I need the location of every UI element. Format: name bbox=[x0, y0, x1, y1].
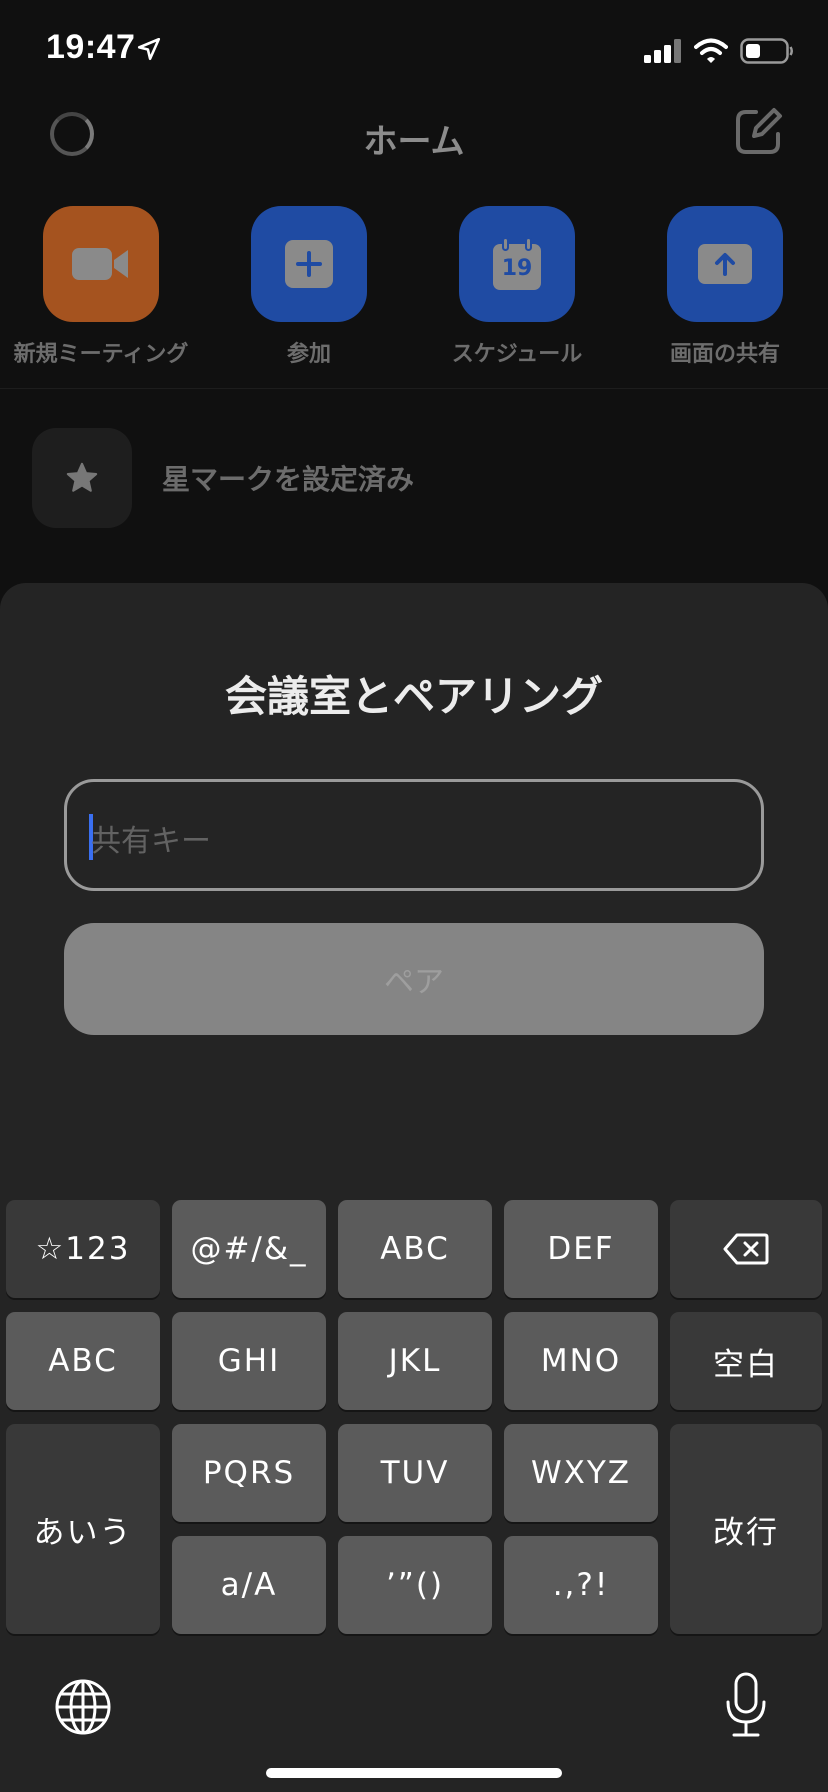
calendar-icon: 19 bbox=[493, 238, 541, 290]
quick-actions: 新規ミーティング 参加 19 スケジュール 画面の共有 bbox=[0, 206, 828, 368]
backspace-icon bbox=[723, 1233, 769, 1265]
page-title: ホーム bbox=[363, 122, 465, 162]
star-icon bbox=[66, 462, 98, 492]
battery-icon bbox=[740, 38, 793, 64]
status-time: 19:47 bbox=[46, 28, 136, 66]
status-indicators bbox=[644, 34, 794, 68]
key-kana-mode[interactable]: あいう bbox=[6, 1424, 160, 1634]
key-ghi[interactable]: GHI bbox=[172, 1312, 326, 1410]
join-tile[interactable] bbox=[251, 206, 367, 322]
keyboard: ☆123 @#/&_ ABC DEF ABC GHI JKL MNO 空白 あい… bbox=[0, 1194, 828, 1792]
key-space[interactable]: 空白 bbox=[670, 1312, 822, 1410]
key-quotes-parens[interactable]: ’”() bbox=[338, 1536, 492, 1634]
wifi-icon bbox=[694, 38, 728, 63]
microphone-icon[interactable] bbox=[724, 1672, 768, 1738]
schedule-label: スケジュール bbox=[451, 342, 583, 367]
compose-icon[interactable] bbox=[732, 106, 784, 158]
sheet-title: 会議室とペアリング bbox=[224, 672, 603, 721]
sharing-key-placeholder: 共有キー bbox=[91, 824, 211, 859]
globe-icon[interactable] bbox=[54, 1678, 112, 1736]
key-pqrs[interactable]: PQRS bbox=[172, 1424, 326, 1522]
share-screen-tile[interactable] bbox=[667, 206, 783, 322]
starred-label: 星マークを設定済み bbox=[162, 463, 415, 496]
key-return[interactable]: 改行 bbox=[670, 1424, 822, 1634]
sharing-key-input[interactable]: 共有キー bbox=[64, 779, 764, 891]
new-meeting-tile[interactable] bbox=[43, 206, 159, 322]
new-meeting-button[interactable]: 新規ミーティング bbox=[6, 206, 196, 368]
key-def[interactable]: DEF bbox=[504, 1200, 658, 1298]
key-backspace[interactable] bbox=[670, 1200, 822, 1298]
join-button[interactable]: 参加 bbox=[214, 206, 404, 368]
section-divider bbox=[0, 388, 828, 389]
key-abc-mode[interactable]: ABC bbox=[6, 1312, 160, 1410]
key-abc[interactable]: ABC bbox=[338, 1200, 492, 1298]
share-screen-button[interactable]: 画面の共有 bbox=[630, 206, 820, 368]
home-nav-bar: ホーム bbox=[0, 100, 828, 210]
key-mno[interactable]: MNO bbox=[504, 1312, 658, 1410]
pair-button[interactable]: ペア bbox=[64, 923, 764, 1035]
key-jkl[interactable]: JKL bbox=[338, 1312, 492, 1410]
video-camera-icon bbox=[72, 248, 128, 280]
key-wxyz[interactable]: WXYZ bbox=[504, 1424, 658, 1522]
key-at-symbols[interactable]: @#/&_ bbox=[172, 1200, 326, 1298]
location-arrow-icon bbox=[137, 37, 161, 61]
key-punctuation[interactable]: .,?! bbox=[504, 1536, 658, 1634]
key-case-toggle[interactable]: a/A bbox=[172, 1536, 326, 1634]
share-screen-icon bbox=[698, 244, 752, 284]
key-tuv[interactable]: TUV bbox=[338, 1424, 492, 1522]
calendar-day: 19 bbox=[501, 256, 533, 281]
starred-tile[interactable] bbox=[32, 428, 132, 528]
join-label: 参加 bbox=[286, 342, 331, 367]
schedule-button[interactable]: 19 スケジュール bbox=[422, 206, 612, 368]
status-bar: 19:47 bbox=[0, 0, 828, 100]
plus-icon bbox=[285, 240, 333, 288]
cellular-signal-icon bbox=[644, 39, 681, 63]
starred-contacts-row[interactable]: 星マークを設定済み bbox=[32, 428, 414, 528]
share-screen-label: 画面の共有 bbox=[669, 342, 780, 367]
key-symbols-123[interactable]: ☆123 bbox=[6, 1200, 160, 1298]
home-indicator bbox=[266, 1768, 562, 1778]
new-meeting-label: 新規ミーティング bbox=[13, 342, 189, 367]
schedule-tile[interactable]: 19 bbox=[459, 206, 575, 322]
